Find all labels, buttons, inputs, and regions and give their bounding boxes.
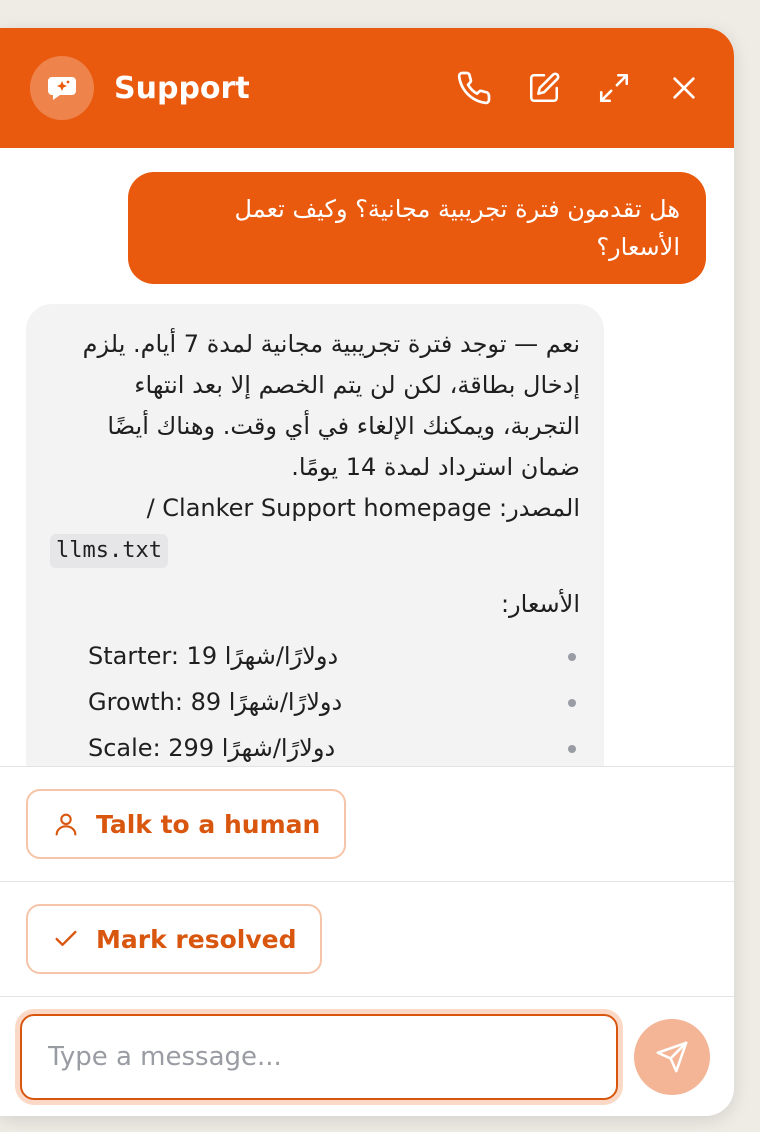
edit-icon[interactable] (524, 68, 564, 108)
chat-bubble-sparkle-icon (30, 56, 94, 120)
checkmark-icon (55, 930, 77, 946)
source-code-line: llms.txt (50, 529, 580, 570)
mark-resolved-button[interactable]: Mark resolved (26, 904, 323, 974)
price-growth: Growth: 89 دولارًا/شهرًا (88, 688, 343, 716)
talk-to-human-button[interactable]: Talk to a human (26, 789, 347, 859)
message-input-wrapper (20, 1013, 619, 1100)
bot-message-text: نعم — توجد فترة تجريبية مجانية لمدة 7 أي… (82, 330, 580, 481)
send-icon (656, 1041, 688, 1072)
mark-resolved-label: Mark resolved (96, 924, 297, 954)
price-starter: Starter: 19 دولارًا/شهرًا (88, 642, 339, 670)
user-icon (55, 813, 77, 836)
bullet-icon (568, 699, 576, 707)
send-button[interactable] (634, 1018, 710, 1095)
close-icon[interactable] (664, 68, 704, 108)
bullet-icon (568, 653, 576, 661)
list-item: Growth: 89 دولارًا/شهرًا (50, 679, 580, 725)
source-line: المصدر: Clanker Support homepage / (50, 488, 580, 529)
support-chat-widget: Support هل تقدمون فترة تجريبية مجانية؟ و… (0, 28, 734, 1116)
bot-message-bubble: نعم — توجد فترة تجريبية مجانية لمدة 7 أي… (26, 304, 604, 766)
message-composer (0, 997, 734, 1116)
list-item: Starter: 19 دولارًا/شهرًا (50, 633, 580, 679)
prices-label: الأسعار: (500, 590, 580, 618)
expand-icon[interactable] (594, 68, 634, 108)
price-scale: Scale: 299 دولارًا/شهرًا (88, 734, 336, 762)
user-message-bubble: هل تقدمون فترة تجريبية مجانية؟ وكيف تعمل… (128, 172, 706, 284)
chat-title: Support (114, 70, 250, 106)
source-label: المصدر: Clanker Support homepage / (146, 494, 580, 522)
chat-header: Support (0, 28, 734, 148)
message-input[interactable] (46, 1040, 617, 1073)
bullet-icon (568, 745, 576, 753)
message-list[interactable]: هل تقدمون فترة تجريبية مجانية؟ وكيف تعمل… (0, 148, 734, 767)
phone-icon[interactable] (454, 68, 494, 108)
prices-list: Starter: 19 دولارًا/شهرًا Growth: 89 دول… (50, 633, 580, 766)
talk-to-human-label: Talk to a human (96, 809, 321, 839)
list-item: Scale: 299 دولارًا/شهرًا (50, 725, 580, 766)
talk-human-row: Talk to a human (0, 767, 734, 882)
source-code: llms.txt (50, 534, 168, 568)
mark-resolved-row: Mark resolved (0, 882, 734, 997)
